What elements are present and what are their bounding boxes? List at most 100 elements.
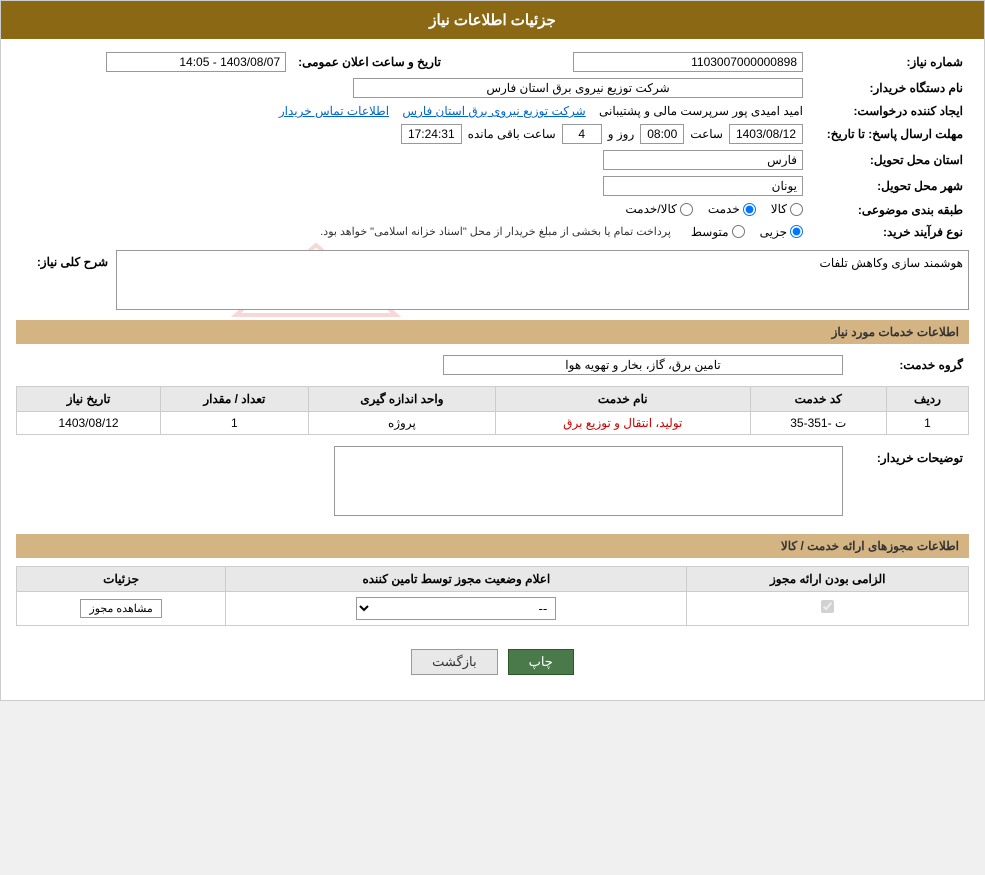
row-nooe: نوع فرآیند خرید: جزیی متوسط <box>16 222 969 242</box>
ijad-value: امید امیدی پور سرپرست مالی و پشتیبانی شر… <box>16 101 809 121</box>
th-tarikh: تاریخ نیاز <box>17 386 161 411</box>
nooe-motevaset-radio[interactable] <box>732 225 745 238</box>
row-nam-dastgah: نام دستگاه خریدار: شرکت توزیع نیروی برق … <box>16 75 969 101</box>
nooe-jozii-radio[interactable] <box>790 225 803 238</box>
ijad-company-link[interactable]: شرکت توزیع نیروی برق استان فارس <box>402 104 585 118</box>
tarikh-elan-label: تاریخ و ساعت اعلان عمومی: <box>292 49 461 75</box>
th-joziyat: جزئیات <box>17 566 226 591</box>
elzami-checkbox <box>821 600 834 613</box>
tabaqe-label: طبقه بندی موضوعی: <box>809 199 969 222</box>
shomare-niaz-input: 1103007000000898 <box>573 52 803 72</box>
page-title: جزئیات اطلاعات نیاز <box>429 12 556 29</box>
nooe-row: جزیی متوسط پرداخت تمام یا بخشی از مبلغ خ… <box>22 225 803 239</box>
row-tozihat: توضیحات خریدار: <box>16 443 969 519</box>
bottom-buttons: چاپ بازگشت <box>16 634 969 690</box>
cell-name: تولید، انتقال و توزیع برق <box>496 411 750 434</box>
service-name-link[interactable]: تولید، انتقال و توزیع برق <box>563 416 682 430</box>
nam-dastgah-label: نام دستگاه خریدار: <box>809 75 969 101</box>
services-section-title: اطلاعات خدمات مورد نیاز <box>16 320 969 344</box>
ijad-label: ایجاد کننده درخواست: <box>809 101 969 121</box>
sharh-box: هوشمند سازی وکاهش تلفات <box>116 250 969 310</box>
mohlet-baqi-label: ساعت باقی مانده <box>468 127 556 141</box>
mohlet-label: مهلت ارسال پاسخ: تا تاریخ: <box>809 121 969 147</box>
nooe-motevaset-item: متوسط <box>691 225 745 239</box>
tozihat-box-cell <box>16 443 849 519</box>
tozihat-box <box>334 446 843 516</box>
sharh-value: هوشمند سازی وکاهش تلفات <box>820 256 963 270</box>
tozihat-table: توضیحات خریدار: <box>16 443 969 519</box>
main-info-table: شماره نیاز: 1103007000000898 تاریخ و ساع… <box>16 49 969 242</box>
th-elzami: الزامی بودن ارائه مجوز <box>687 566 969 591</box>
mohlet-rooz-label: روز و <box>608 127 635 141</box>
gorohe-input: تامین برق، گاز، بخار و تهویه هوا <box>443 355 843 375</box>
services-table-body: 1 ت -351-35 تولید، انتقال و توزیع برق پر… <box>17 411 969 434</box>
mohlet-saat: 08:00 <box>640 124 684 144</box>
mojozat-table-head: الزامی بودن ارائه مجوز اعلام وضعیت مجوز … <box>17 566 969 591</box>
th-vahed: واحد اندازه گیری <box>308 386 495 411</box>
table-row: 1 ت -351-35 تولید، انتقال و توزیع برق پر… <box>17 411 969 434</box>
mohlet-baqi: 17:24:31 <box>401 124 462 144</box>
th-name: نام خدمت <box>496 386 750 411</box>
ealam-select[interactable]: -- <box>356 597 556 620</box>
th-radif: ردیف <box>886 386 968 411</box>
mohlet-date-row: 1403/08/12 ساعت 08:00 روز و 4 ساعت باقی … <box>22 124 803 144</box>
tabaqe-kala-khedmat-radio[interactable] <box>680 203 693 216</box>
row-shahr: شهر محل تحویل: یونان <box>16 173 969 199</box>
shahr-label: شهر محل تحویل: <box>809 173 969 199</box>
mohlet-rooz: 4 <box>562 124 602 144</box>
tabaqe-khedmat-radio[interactable] <box>743 203 756 216</box>
shahr-value: یونان <box>16 173 809 199</box>
nooe-radio-group: جزیی متوسط <box>691 225 803 239</box>
tabaqe-options: کالا خدمت کالا/خدمت <box>16 199 809 222</box>
tarikh-elan-input: 1403/08/07 - 14:05 <box>106 52 286 72</box>
shomare-niaz-label: شماره نیاز: <box>809 49 969 75</box>
shomare-niaz-value: 1103007000000898 <box>461 49 809 75</box>
purchase-note: پرداخت تمام یا بخشی از مبلغ خریدار از مح… <box>320 225 671 238</box>
tabaqe-kala-label: کالا <box>771 202 787 216</box>
cell-tedad: 1 <box>161 411 309 434</box>
page-header: جزئیات اطلاعات نیاز <box>1 1 984 39</box>
cell-tarikh: 1403/08/12 <box>17 411 161 434</box>
sharh-inner: هوشمند سازی وکاهش تلفات شرح کلی نیاز: <box>16 250 969 310</box>
view-mojoz-button[interactable]: مشاهده مجوز <box>80 599 161 618</box>
tabaqe-khedmat-item: خدمت <box>708 202 756 216</box>
ijad-name: امید امیدی پور سرپرست مالی و پشتیبانی <box>599 104 803 118</box>
mojozat-table: الزامی بودن ارائه مجوز اعلام وضعیت مجوز … <box>16 566 969 626</box>
row-ijad: ایجاد کننده درخواست: امید امیدی پور سرپر… <box>16 101 969 121</box>
gorohe-value: تامین برق، گاز، بخار و تهویه هوا <box>16 352 849 378</box>
nam-dastgah-value: شرکت توزیع نیروی برق استان فارس <box>16 75 809 101</box>
content-area: شماره نیاز: 1103007000000898 تاریخ و ساع… <box>1 39 984 700</box>
row-ostan: استان محل تحویل: فارس <box>16 147 969 173</box>
back-button[interactable]: بازگشت <box>411 649 497 675</box>
cell-ealam: -- <box>226 591 687 625</box>
ostan-label: استان محل تحویل: <box>809 147 969 173</box>
row-gorohe: گروه خدمت: تامین برق، گاز، بخار و تهویه … <box>16 352 969 378</box>
print-button[interactable]: چاپ <box>508 649 574 675</box>
nam-dastgah-input: شرکت توزیع نیروی برق استان فارس <box>353 78 803 98</box>
nooe-jozii-item: جزیی <box>760 225 803 239</box>
page-container: جزئیات اطلاعات نیاز شماره نیاز: 11030070… <box>0 0 985 701</box>
th-ealam: اعلام وضعیت مجوز توسط تامین کننده <box>226 566 687 591</box>
services-header-row: ردیف کد خدمت نام خدمت واحد اندازه گیری ت… <box>17 386 969 411</box>
gorohe-table: گروه خدمت: تامین برق، گاز، بخار و تهویه … <box>16 352 969 378</box>
mohlet-value: 1403/08/12 ساعت 08:00 روز و 4 ساعت باقی … <box>16 121 809 147</box>
ijad-contact-link[interactable]: اطلاعات تماس خریدار <box>279 104 389 118</box>
nooe-motevaset-label: متوسط <box>691 225 729 239</box>
cell-vahed: پروژه <box>308 411 495 434</box>
tabaqe-kala-khedmat-label: کالا/خدمت <box>625 202 676 216</box>
mojozat-section-title: اطلاعات مجوزهای ارائه خدمت / کالا <box>16 534 969 558</box>
services-table-head: ردیف کد خدمت نام خدمت واحد اندازه گیری ت… <box>17 386 969 411</box>
row-tabaqe: طبقه بندی موضوعی: کالا خدمت <box>16 199 969 222</box>
nooe-farayand-label: نوع فرآیند خرید: <box>809 222 969 242</box>
tarikh-elan-value: 1403/08/07 - 14:05 <box>16 49 292 75</box>
tabaqe-khedmat-label: خدمت <box>708 202 740 216</box>
row-mohlet: مهلت ارسال پاسخ: تا تاریخ: 1403/08/12 سا… <box>16 121 969 147</box>
cell-radif: 1 <box>886 411 968 434</box>
services-table: ردیف کد خدمت نام خدمت واحد اندازه گیری ت… <box>16 386 969 435</box>
ostan-value: فارس <box>16 147 809 173</box>
gorohe-label: گروه خدمت: <box>849 352 969 378</box>
tabaqe-kala-radio[interactable] <box>790 203 803 216</box>
th-kod: کد خدمت <box>750 386 886 411</box>
mojozat-header-row: الزامی بودن ارائه مجوز اعلام وضعیت مجوز … <box>17 566 969 591</box>
shahr-input: یونان <box>603 176 803 196</box>
